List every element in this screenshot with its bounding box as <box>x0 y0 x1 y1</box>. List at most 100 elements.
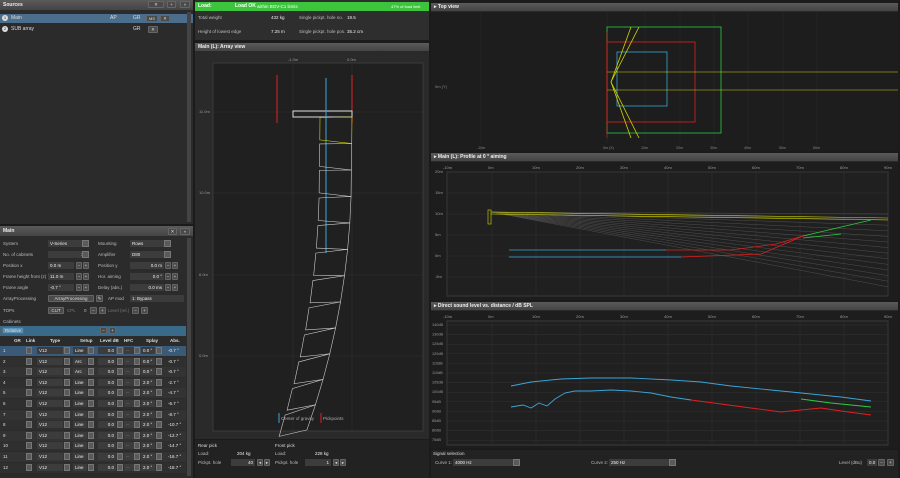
table-row[interactable]: 8 V12 Line 0.0 -- 2.0 ° -10.7 ° <box>0 420 186 431</box>
link-icon[interactable] <box>26 453 32 460</box>
chevron-down-icon[interactable] <box>134 400 140 407</box>
chevron-down-icon[interactable] <box>88 410 94 418</box>
chevron-down-icon[interactable] <box>669 459 676 466</box>
relative-button[interactable]: Relative <box>2 327 24 334</box>
setup-select[interactable]: Line <box>73 347 87 354</box>
chevron-down-icon[interactable] <box>156 442 162 450</box>
chevron-down-icon[interactable] <box>117 357 123 365</box>
hfc-select[interactable]: -- <box>124 463 134 471</box>
setup-select[interactable]: Line <box>73 400 87 407</box>
splay-field[interactable]: 2.0 ° <box>141 389 155 397</box>
hfc-select[interactable]: -- <box>124 421 134 429</box>
level-field[interactable]: 0.0 <box>98 431 116 439</box>
chevron-down-icon[interactable] <box>156 453 162 460</box>
level-plus-button[interactable]: + <box>141 307 148 314</box>
add-button[interactable]: + <box>167 1 176 8</box>
splay-field[interactable]: 2.0 ° <box>141 453 155 460</box>
type-select[interactable]: V12 <box>37 347 63 354</box>
level-field[interactable]: 0.0 <box>98 389 116 397</box>
chevron-down-icon[interactable] <box>117 368 123 376</box>
table-row[interactable]: 9 V12 Line 0.0 -- 2.0 ° -12.7 ° <box>0 430 186 441</box>
table-row[interactable]: 7 V12 Line 0.0 -- 2.0 ° -8.7 ° <box>0 409 186 420</box>
type-select[interactable]: V12 <box>37 442 63 450</box>
curve1-select[interactable]: 4000 Hz <box>453 459 513 466</box>
table-row[interactable]: 2 V12 Arc 0.0 -- 0.0 ° -0.7 ° <box>0 356 186 367</box>
increment-button[interactable]: + <box>172 262 178 269</box>
cut-button[interactable]: CUT <box>48 307 64 314</box>
hfc-select[interactable]: -- <box>124 389 134 397</box>
chevron-down-icon[interactable] <box>64 463 70 471</box>
chevron-down-icon[interactable] <box>64 421 70 429</box>
setup-select[interactable]: Arc <box>73 368 87 376</box>
link-icon[interactable] <box>26 463 32 471</box>
chevron-down-icon[interactable] <box>88 463 94 471</box>
increment-button[interactable]: + <box>83 262 89 269</box>
chevron-down-icon[interactable] <box>134 368 140 376</box>
chevron-down-icon[interactable] <box>156 400 162 407</box>
chevron-down-icon[interactable] <box>117 347 123 354</box>
chevron-down-icon[interactable] <box>156 463 162 471</box>
ms-button[interactable]: MS <box>146 15 158 22</box>
level-field[interactable]: 0.0 <box>98 357 116 365</box>
hfc-select[interactable]: -- <box>124 453 134 460</box>
splay-field[interactable]: 2.0 ° <box>141 463 155 471</box>
splay-field[interactable]: 2.0 ° <box>141 421 155 429</box>
rear-hole-field[interactable]: 40 <box>231 459 255 466</box>
chevron-down-icon[interactable] <box>64 410 70 418</box>
table-row[interactable]: 6 V12 Line 0.0 -- 2.0 ° -6.7 ° <box>0 399 186 409</box>
chevron-down-icon[interactable] <box>117 421 123 429</box>
chevron-down-icon[interactable] <box>134 347 140 354</box>
level-field[interactable]: 0.0 <box>98 453 116 460</box>
level-field[interactable]: 0.0 <box>98 421 116 429</box>
level-field[interactable]: 0.0 <box>98 378 116 386</box>
cpl-plus-button[interactable]: + <box>99 307 106 314</box>
chevron-down-icon[interactable] <box>88 389 94 397</box>
chevron-down-icon[interactable] <box>88 431 94 439</box>
link-icon[interactable] <box>26 400 32 407</box>
main-panel-scrollbar[interactable] <box>187 238 191 476</box>
level-plus-button[interactable]: + <box>887 459 894 466</box>
decrement-button[interactable]: − <box>76 273 82 280</box>
table-row[interactable]: 12 V12 Line 0.0 -- 2.0 ° -18.7 ° <box>0 462 186 473</box>
hfc-select[interactable]: -- <box>124 410 134 418</box>
source-row-sub[interactable]: 2 SUB array GR ✕ <box>0 25 193 34</box>
cpl-minus-button[interactable]: − <box>90 307 97 314</box>
field-value[interactable]: 0.0 ° <box>130 273 164 280</box>
field-value[interactable]: 0.0 m <box>48 262 74 269</box>
table-row[interactable]: 10 V12 Line 0.0 -- 2.0 ° -14.7 ° <box>0 441 186 452</box>
setup-select[interactable]: Line <box>73 378 87 386</box>
close-icon[interactable]: ✕ <box>168 228 177 235</box>
chevron-down-icon[interactable] <box>64 357 70 365</box>
table-row[interactable]: 3 V12 Arc 0.0 -- 0.0 ° -0.7 ° <box>0 367 186 378</box>
chevron-down-icon[interactable] <box>156 347 162 354</box>
type-select[interactable]: V12 <box>37 357 63 365</box>
chevron-down-icon[interactable] <box>88 378 94 386</box>
table-row[interactable]: 11 V12 Line 0.0 -- 2.0 ° -16.7 ° <box>0 452 186 462</box>
increment-button[interactable]: + <box>172 273 178 280</box>
setup-select[interactable]: Line <box>73 463 87 471</box>
chevron-down-icon[interactable] <box>164 251 171 258</box>
chevron-down-icon[interactable] <box>156 421 162 429</box>
edit-icon[interactable]: ✎ <box>96 295 103 302</box>
table-row[interactable]: 4 V12 Line 0.0 -- 2.0 ° -2.7 ° <box>0 377 186 388</box>
splay-field[interactable]: 2.0 ° <box>141 442 155 450</box>
setup-select[interactable]: Line <box>73 442 87 450</box>
ap-toggle[interactable]: AP <box>110 15 117 21</box>
field-value[interactable]: Rows <box>130 240 164 247</box>
decrement-button[interactable]: − <box>165 273 171 280</box>
type-select[interactable]: V12 <box>37 378 63 386</box>
increment-button[interactable]: + <box>83 273 89 280</box>
chevron-down-icon[interactable] <box>134 389 140 397</box>
chevron-down-icon[interactable] <box>88 368 94 376</box>
link-icon[interactable] <box>26 431 32 439</box>
chevron-down-icon[interactable] <box>117 378 123 386</box>
hfc-select[interactable]: -- <box>124 357 134 365</box>
collapse-button[interactable]: » <box>180 1 190 8</box>
chevron-down-icon[interactable] <box>156 410 162 418</box>
link-icon[interactable] <box>26 442 32 450</box>
chevron-down-icon[interactable] <box>134 453 140 460</box>
chevron-down-icon[interactable] <box>134 410 140 418</box>
hfc-select[interactable]: -- <box>124 431 134 439</box>
level-field[interactable]: 0.0 <box>98 442 116 450</box>
gr-toggle[interactable]: GR <box>133 15 141 21</box>
